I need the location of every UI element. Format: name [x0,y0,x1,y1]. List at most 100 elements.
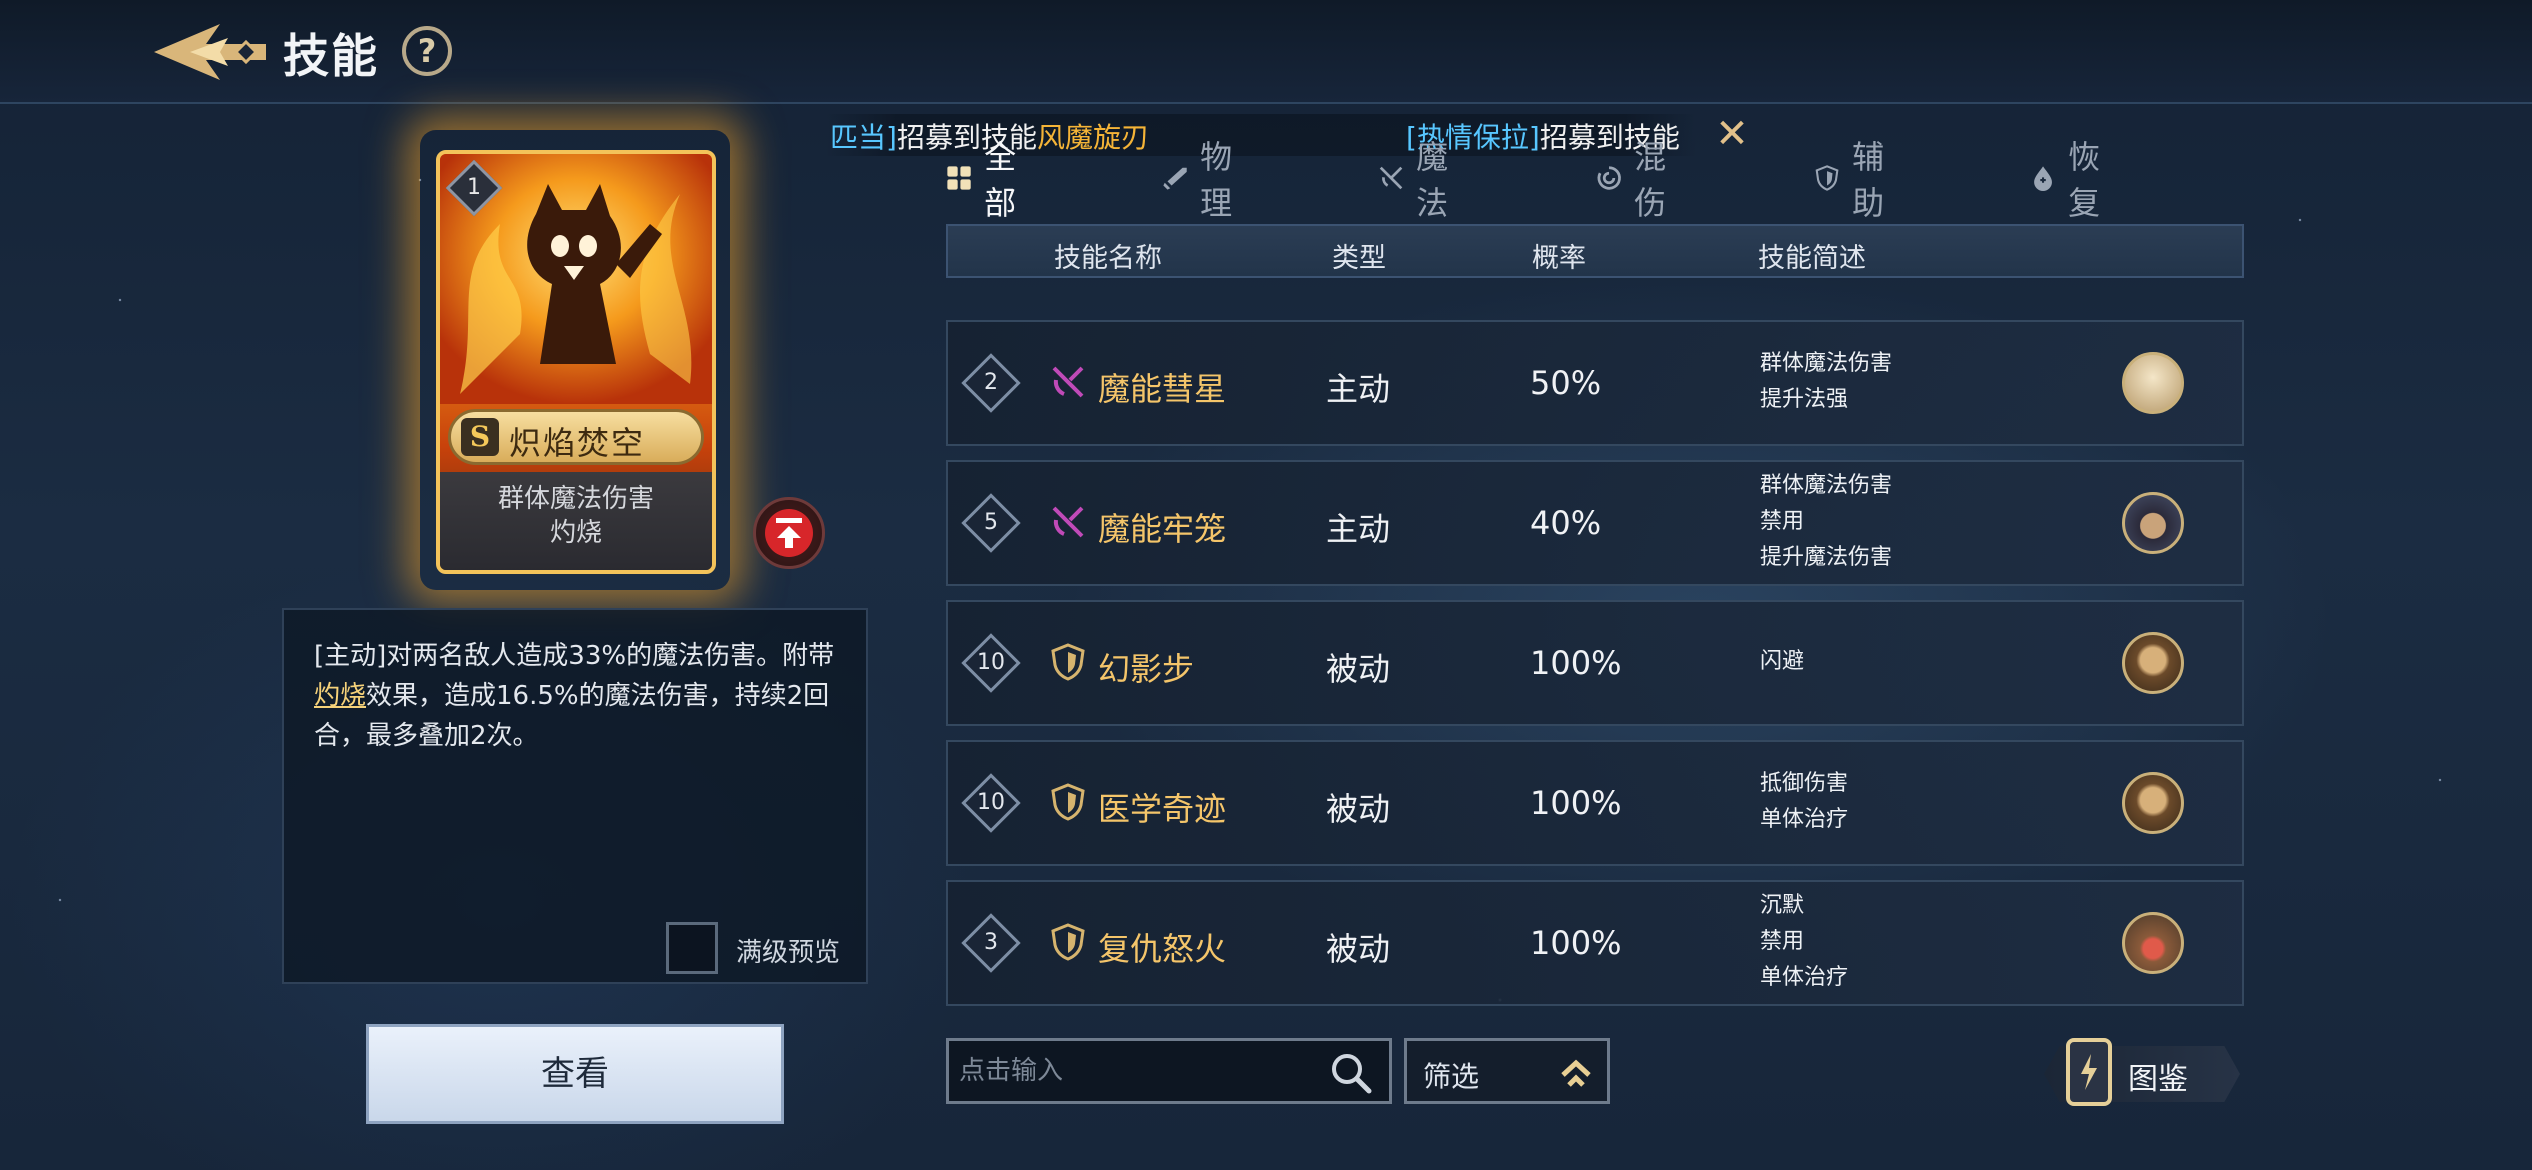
tab-magic[interactable]: 魔法 [1378,138,1460,222]
search-icon[interactable] [1329,1051,1373,1095]
top-bar: 技能 ? [0,0,2532,104]
hero-avatar[interactable] [2122,912,2184,974]
skill-tag: 抵御伤害 [1760,771,1849,796]
tab-support[interactable]: 辅助 [1814,138,1896,222]
table-header: 技能名称 类型 概率 技能简述 [946,224,2244,278]
table-row[interactable]: 10 医学奇迹 被动 100% 抵御伤害 单体治疗 [946,740,2244,866]
filter-button[interactable]: 筛选 [1404,1038,1610,1104]
column-header-name: 技能名称 [1054,243,1162,274]
card-codex-icon[interactable] [2064,1036,2114,1108]
back-arrow-icon [154,24,266,80]
card-name: 炽焰焚空 [509,424,646,462]
skill-summary: 群体魔法伤害 禁用 提升魔法伤害 [1760,468,2020,576]
skill-type: 被动 [1326,790,1391,828]
skill-name: 魔能彗星 [1098,370,1227,408]
tab-physical[interactable]: 物理 [1162,138,1244,222]
skill-level-badge: 2 [961,353,1021,413]
skill-rate: 100% [1530,644,1622,682]
tab-all[interactable]: 全部 [946,138,1028,222]
skill-name-highlight: 风魔旋刃 [1036,121,1149,154]
description-text: [主动]对两名敌人造成33%的魔法伤害。附带 [314,641,835,671]
skill-rate: 100% [1530,924,1622,962]
unequip-button[interactable] [753,497,825,569]
skill-tag: 提升魔法伤害 [1760,545,1893,570]
skill-rate: 40% [1530,504,1602,542]
skill-level: 2 [984,370,998,395]
tab-mixed[interactable]: 混伤 [1596,138,1678,222]
skill-level: 10 [977,650,1005,675]
view-button[interactable]: 查看 [366,1024,784,1124]
swirl-icon [1597,166,1621,190]
back-button[interactable] [150,14,270,90]
down-arrow-icon [765,509,813,557]
description-text: 效果，造成16.5%的魔法伤害，持续2回合，最多叠加2次。 [314,681,830,751]
skill-tag: 单体治疗 [1760,965,1849,990]
announcement-marquee: 匹当]招募到技能风魔旋刃 [热情保拉]招募到技能 [826,114,1696,156]
skill-level: 10 [977,790,1005,815]
hero-avatar[interactable] [2122,352,2184,414]
skill-table: 技能名称 类型 概率 技能简述 2 魔能彗星 主动 50% 群体魔法伤害 提升法… [946,224,2244,1006]
player-name: 匹当] [830,121,897,154]
card-desc-line: 群体魔法伤害 [497,484,654,514]
tab-label: 物理 [1200,138,1233,222]
skill-type: 主动 [1326,510,1391,548]
shield-icon [1051,923,1085,961]
column-header-type: 类型 [1332,243,1386,274]
skill-name: 魔能牢笼 [1098,510,1227,548]
rarity-badge: S [461,418,499,456]
tab-heal[interactable]: 恢复 [2030,138,2112,222]
sword-icon [1163,167,1187,190]
shield-icon [1051,783,1085,821]
shield-icon [1815,165,1839,191]
skill-level: 3 [984,930,998,955]
help-button[interactable]: ? [402,26,452,76]
table-row[interactable]: 2 魔能彗星 主动 50% 群体魔法伤害 提升法强 [946,320,2244,446]
skill-description: [主动]对两名敌人造成33%的魔法伤害。附带灼烧效果，造成16.5%的魔法伤害，… [314,636,844,756]
column-header-rate: 概率 [1532,243,1586,274]
card-name-bar: S 炽焰焚空 [448,409,704,465]
skill-tag: 单体治疗 [1760,807,1849,832]
magic-swords-icon [1379,166,1403,190]
skill-summary: 抵御伤害 单体治疗 [1760,766,2020,838]
skill-tag: 群体魔法伤害 [1760,351,1893,376]
max-level-preview-checkbox[interactable] [666,922,718,974]
table-row[interactable]: 10 幻影步 被动 100% 闪避 [946,600,2244,726]
drop-icon [2034,166,2052,192]
table-row[interactable]: 3 复仇怒火 被动 100% 沉默 禁用 单体治疗 [946,880,2244,1006]
skill-tag: 禁用 [1760,929,1805,954]
skill-level-badge: 5 [961,493,1021,553]
burn-effect-link[interactable]: 灼烧 [314,681,366,711]
magic-swords-icon [1052,506,1084,538]
skill-type: 被动 [1326,930,1391,968]
hero-avatar[interactable] [2122,632,2184,694]
codex-label[interactable]: 图鉴 [2128,1054,2188,1098]
skill-level-badge: 10 [961,633,1021,693]
card-summary: 群体魔法伤害 灼烧 [440,472,712,570]
skill-level-badge: 3 [961,913,1021,973]
page-title: 技能 [283,29,379,83]
skill-summary: 闪避 [1760,644,2020,680]
skill-tag: 禁用 [1760,509,1805,534]
close-announcement-icon[interactable]: ✕ [1712,114,1752,154]
chevron-up-icon [1561,1059,1591,1087]
skill-summary: 群体魔法伤害 提升法强 [1760,346,2020,418]
search-box[interactable] [946,1038,1392,1104]
table-row[interactable]: 5 魔能牢笼 主动 40% 群体魔法伤害 禁用 提升魔法伤害 [946,460,2244,586]
skill-type: 被动 [1326,650,1391,688]
max-level-preview-label: 满级预览 [736,938,841,968]
grid-icon [947,166,971,190]
tab-label: 魔法 [1416,138,1449,222]
column-header-desc: 技能简述 [1758,243,1866,274]
skill-description-panel: [主动]对两名敌人造成33%的魔法伤害。附带灼烧效果，造成16.5%的魔法伤害，… [282,608,868,984]
skill-rate: 50% [1530,364,1602,402]
skill-type: 主动 [1326,370,1391,408]
skill-summary: 沉默 禁用 单体治疗 [1760,888,2020,996]
skill-card[interactable]: 1 S 炽焰焚空 群体魔法伤害 灼烧 [436,150,716,574]
skill-tag: 沉默 [1760,893,1805,918]
hero-avatar[interactable] [2122,492,2184,554]
tab-label: 恢复 [2068,138,2101,222]
hero-avatar[interactable] [2122,772,2184,834]
skill-tag: 闪避 [1760,649,1805,674]
search-input[interactable] [959,1051,1319,1091]
tab-label: 辅助 [1852,138,1885,222]
